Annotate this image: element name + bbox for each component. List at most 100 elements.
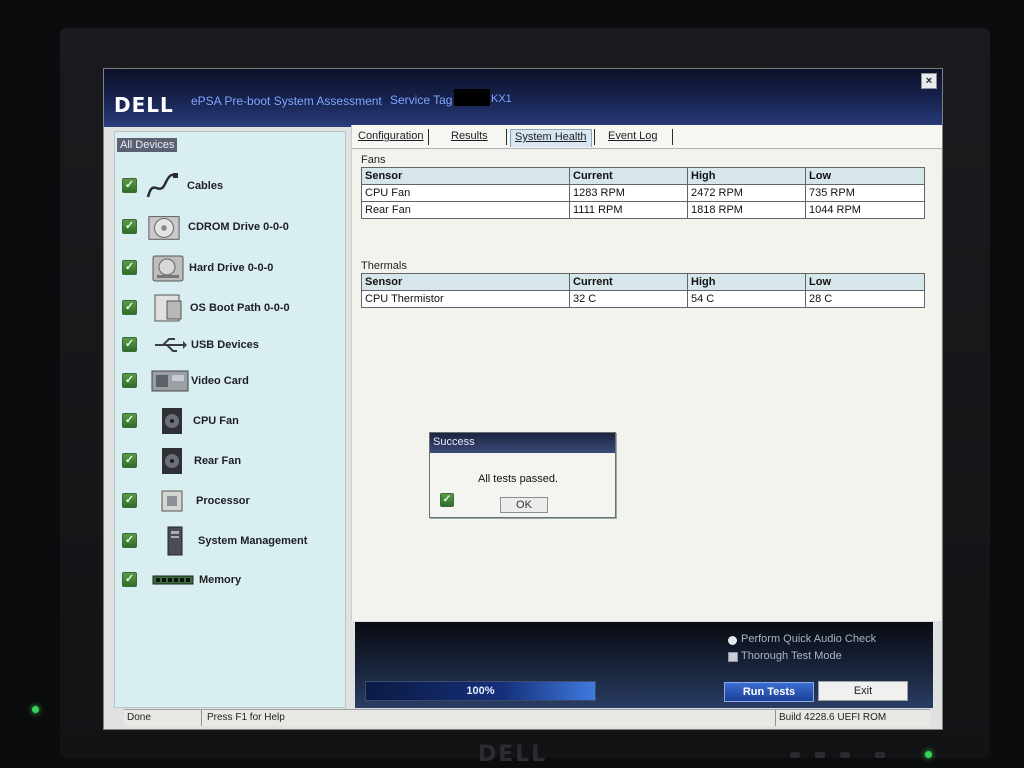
hard-drive-icon: [151, 253, 185, 283]
tab-configuration[interactable]: Configuration: [354, 129, 427, 147]
tab-system-health[interactable]: System Health: [510, 129, 592, 147]
test-controls: Perform Quick Audio Check Thorough Test …: [355, 622, 933, 708]
device-label: CPU Fan: [193, 415, 239, 427]
tab-separator: [428, 129, 429, 145]
fans-section-title: Fans: [361, 154, 386, 166]
boot-path-icon: [151, 293, 185, 323]
check-icon[interactable]: ✓: [122, 533, 137, 548]
system-management-icon: [158, 526, 192, 556]
check-icon[interactable]: ✓: [122, 493, 137, 508]
thermals-section-title: Thermals: [361, 260, 407, 272]
test-progress-bar: 100%: [365, 681, 596, 701]
tab-bar: Configuration Results System Health Even…: [352, 125, 942, 149]
quick-audio-radio[interactable]: [728, 636, 737, 645]
memory-icon: [149, 565, 197, 595]
thorough-mode-checkbox[interactable]: [728, 652, 738, 662]
column-header: Current: [569, 273, 688, 291]
service-tag-redaction: [454, 89, 490, 106]
table-cell: 54 C: [687, 290, 806, 308]
tab-separator: [506, 129, 507, 145]
device-item-rear-fan[interactable]: ✓ Rear Fan: [115, 445, 345, 479]
table-cell: CPU Thermistor: [361, 290, 570, 308]
check-icon[interactable]: ✓: [122, 572, 137, 587]
device-item-usb[interactable]: ✓ USB Devices: [115, 329, 345, 363]
device-item-processor[interactable]: ✓ Processor: [115, 485, 345, 519]
device-label: Cables: [187, 180, 224, 192]
service-tag-value: KX1: [491, 93, 512, 105]
video-card-icon: [150, 366, 190, 396]
device-item-cdrom[interactable]: ✓ CDROM Drive 0-0-0: [115, 211, 345, 245]
table-header-row: Sensor Current High Low: [361, 167, 925, 185]
column-header: Low: [805, 167, 925, 185]
check-icon[interactable]: ✓: [122, 178, 137, 193]
device-item-hard-drive[interactable]: ✓ Hard Drive 0-0-0: [115, 252, 345, 286]
quick-audio-label: Perform Quick Audio Check: [741, 633, 877, 645]
close-button[interactable]: ×: [921, 73, 937, 89]
app-title: ePSA Pre-boot System Assessment: [191, 94, 382, 108]
check-icon[interactable]: ✓: [122, 219, 137, 234]
device-item-cables[interactable]: ✓ Cables: [115, 170, 345, 204]
table-header-row: Sensor Current High Low: [361, 273, 925, 291]
power-led: [925, 751, 932, 758]
device-label: Hard Drive 0-0-0: [189, 262, 274, 274]
column-header: High: [687, 273, 806, 291]
usb-icon: [153, 330, 187, 360]
monitor-led-left: [32, 706, 39, 713]
column-header: Current: [569, 167, 688, 185]
monitor-button[interactable]: [790, 752, 800, 758]
table-row: Rear Fan 1111 RPM 1818 RPM 1044 RPM: [361, 201, 925, 219]
device-label: Processor: [196, 495, 250, 507]
ok-button[interactable]: OK: [500, 497, 548, 513]
thorough-mode-label: Thorough Test Mode: [741, 650, 842, 662]
build-info: Build 4228.6 UEFI ROM: [779, 712, 887, 723]
table-cell: 735 RPM: [805, 184, 925, 202]
fan-icon: [155, 446, 189, 476]
check-icon[interactable]: ✓: [122, 373, 137, 388]
table-cell: 28 C: [805, 290, 925, 308]
table-row: CPU Fan 1283 RPM 2472 RPM 735 RPM: [361, 184, 925, 202]
status-bar: Done Press F1 for Help Build 4228.6 UEFI…: [124, 709, 930, 726]
table-cell: 1111 RPM: [569, 201, 688, 219]
device-item-cpu-fan[interactable]: ✓ CPU Fan: [115, 405, 345, 439]
device-list: All Devices ✓ Cables ✓ CDROM Drive 0-0-0…: [114, 131, 346, 708]
device-label: Video Card: [191, 375, 249, 387]
cdrom-icon: [147, 212, 181, 242]
fan-icon: [155, 406, 189, 436]
monitor-button[interactable]: [875, 752, 885, 758]
check-icon[interactable]: ✓: [122, 453, 137, 468]
table-cell: 1044 RPM: [805, 201, 925, 219]
check-icon: ✓: [440, 493, 454, 507]
check-icon[interactable]: ✓: [122, 260, 137, 275]
table-cell: 32 C: [569, 290, 688, 308]
exit-button[interactable]: Exit: [818, 681, 908, 701]
thermals-table: Sensor Current High Low CPU Thermistor 3…: [361, 273, 925, 308]
column-header: Sensor: [361, 273, 570, 291]
device-label: CDROM Drive 0-0-0: [188, 221, 289, 233]
tab-separator: [672, 129, 673, 145]
device-item-video-card[interactable]: ✓ Video Card: [115, 365, 345, 399]
column-header: Low: [805, 273, 925, 291]
monitor-button[interactable]: [840, 752, 850, 758]
tab-event-log[interactable]: Event Log: [604, 129, 662, 147]
run-tests-button[interactable]: Run Tests: [724, 682, 814, 702]
device-item-memory[interactable]: ✓ Memory: [115, 564, 345, 598]
check-icon[interactable]: ✓: [122, 413, 137, 428]
dell-logo: DELL: [114, 93, 174, 117]
table-row: CPU Thermistor 32 C 54 C 28 C: [361, 290, 925, 308]
monitor-button[interactable]: [815, 752, 825, 758]
device-label: System Management: [198, 535, 308, 547]
main-panel: Configuration Results System Health Even…: [351, 125, 942, 621]
table-cell: 1818 RPM: [687, 201, 806, 219]
success-dialog: Success All tests passed. ✓ OK: [429, 432, 616, 518]
check-icon[interactable]: ✓: [122, 337, 137, 352]
tab-separator: [594, 129, 595, 145]
device-item-system-management[interactable]: ✓ System Management: [115, 525, 345, 559]
table-cell: CPU Fan: [361, 184, 570, 202]
help-hint: Press F1 for Help: [204, 710, 776, 726]
check-icon[interactable]: ✓: [122, 300, 137, 315]
tab-results[interactable]: Results: [447, 129, 492, 147]
monitor-logo: DELL: [478, 742, 548, 767]
all-devices-item[interactable]: All Devices: [117, 138, 178, 152]
device-item-boot-path[interactable]: ✓ OS Boot Path 0-0-0: [115, 292, 345, 326]
table-cell: 1283 RPM: [569, 184, 688, 202]
